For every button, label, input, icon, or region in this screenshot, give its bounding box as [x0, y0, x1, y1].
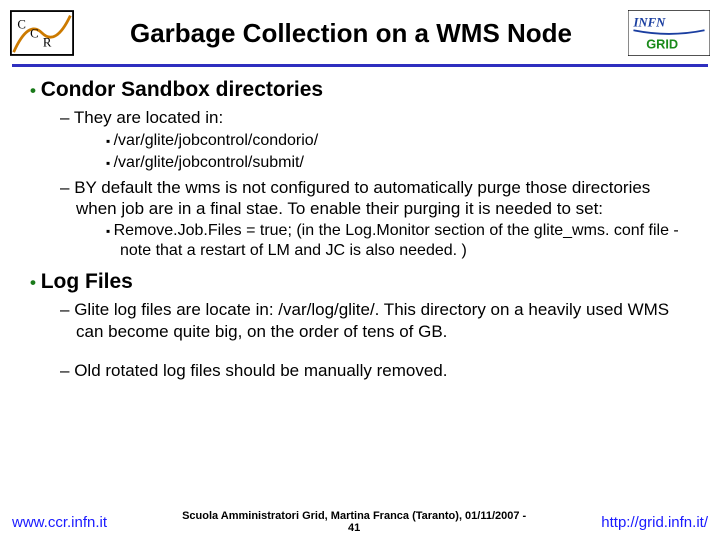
section-condor: Condor Sandbox directories They are loca… — [30, 77, 690, 261]
ccr-logo-icon: C C R — [10, 10, 74, 56]
list-item: Glite log files are locate in: /var/log/… — [60, 299, 690, 342]
logo-left: C C R — [10, 10, 74, 56]
item-text: They are located in: — [74, 108, 223, 127]
header: C C R Garbage Collection on a WMS Node I… — [0, 0, 720, 62]
infn-grid-logo-icon: INFN GRID — [628, 10, 710, 56]
svg-text:C: C — [30, 27, 39, 41]
item-text: Glite log files are locate in: /var/log/… — [74, 300, 669, 340]
content-area: Condor Sandbox directories They are loca… — [0, 67, 720, 381]
footer-center-line1: Scuola Amministratori Grid, Martina Fran… — [182, 510, 526, 522]
section-heading: Condor Sandbox directories — [41, 78, 323, 101]
slide-title: Garbage Collection on a WMS Node — [74, 18, 628, 49]
sub-sub-list: /var/glite/jobcontrol/condorio/ /var/gli… — [76, 131, 690, 173]
svg-text:INFN: INFN — [632, 16, 666, 30]
slide: C C R Garbage Collection on a WMS Node I… — [0, 0, 720, 540]
footer-right-link[interactable]: http://grid.infn.it/ — [601, 514, 708, 531]
list-item: /var/glite/jobcontrol/condorio/ — [106, 131, 690, 151]
footer-page-number: 41 — [348, 522, 360, 534]
svg-text:C: C — [17, 17, 26, 31]
sub-sub-list: Remove.Job.Files = true; (in the Log.Mon… — [76, 221, 690, 261]
svg-text:R: R — [43, 36, 52, 50]
list-item: Old rotated log files should be manually… — [60, 360, 690, 381]
section-logfiles: Log Files Glite log files are locate in:… — [30, 269, 690, 381]
list-item: BY default the wms is not configured to … — [60, 177, 690, 262]
footer: www.ccr.infn.it Scuola Amministratori Gr… — [0, 510, 720, 534]
sub-list: They are located in: /var/glite/jobcontr… — [30, 107, 690, 261]
footer-center: Scuola Amministratori Grid, Martina Fran… — [107, 510, 601, 534]
list-item: Remove.Job.Files = true; (in the Log.Mon… — [106, 221, 690, 261]
footer-left-link[interactable]: www.ccr.infn.it — [12, 514, 107, 531]
top-list: Condor Sandbox directories They are loca… — [30, 77, 690, 381]
logo-right: INFN GRID — [628, 10, 710, 56]
item-text: Old rotated log files should be manually… — [74, 361, 447, 380]
svg-text:GRID: GRID — [646, 36, 678, 51]
list-item: They are located in: /var/glite/jobcontr… — [60, 107, 690, 172]
section-heading: Log Files — [41, 270, 133, 293]
sub-list: Glite log files are locate in: /var/log/… — [30, 299, 690, 381]
item-text: BY default the wms is not configured to … — [74, 178, 650, 218]
list-item: /var/glite/jobcontrol/submit/ — [106, 153, 690, 173]
